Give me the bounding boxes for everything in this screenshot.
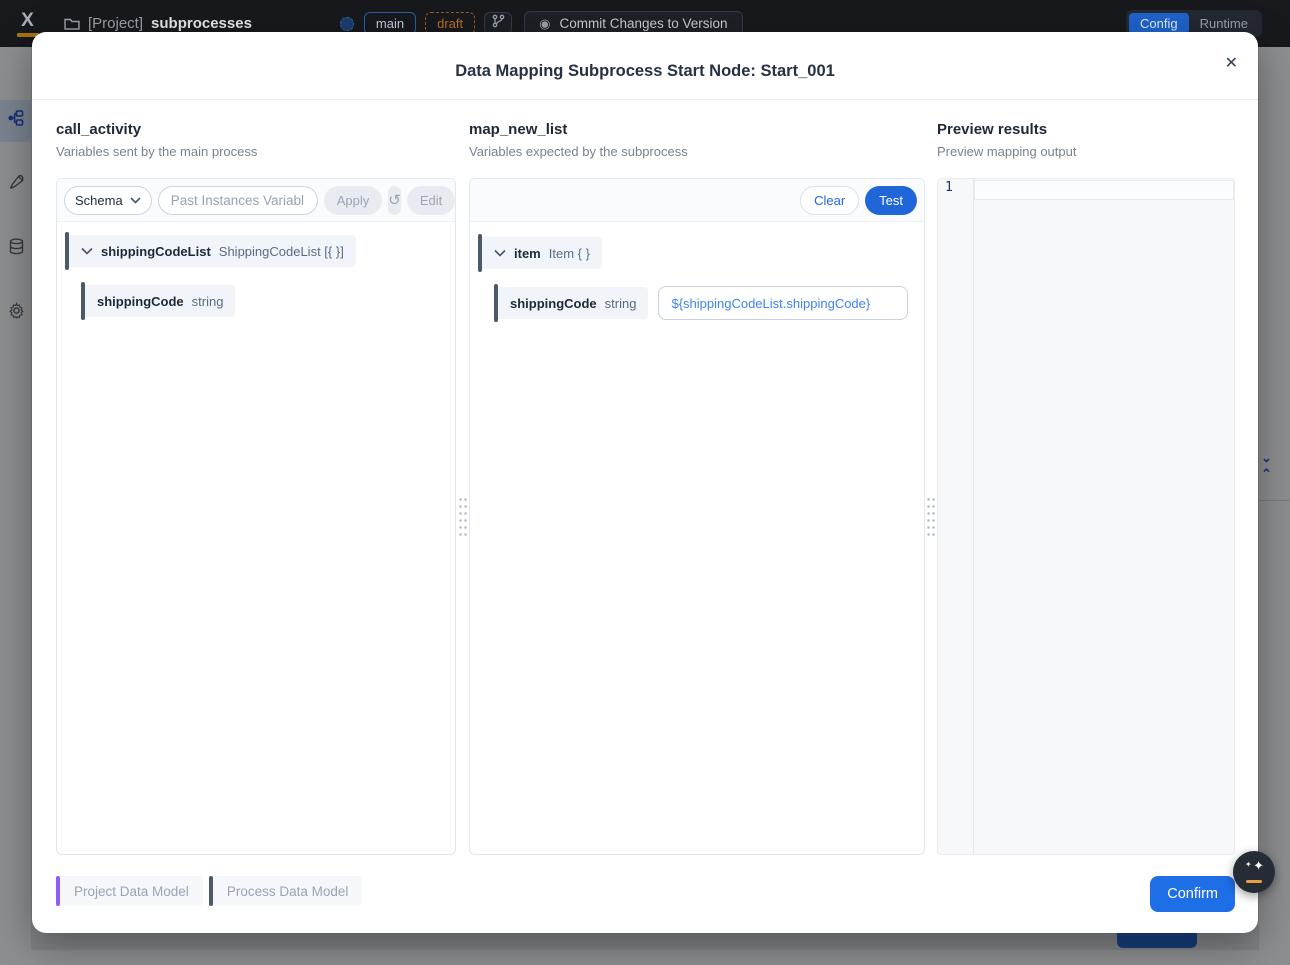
- tree-row-content: item Item { }: [482, 237, 602, 269]
- preview-column: Preview results Preview mapping output 1: [937, 100, 1235, 855]
- tree-row-content: shippingCodeList ShippingCodeList [{ }]: [69, 235, 356, 267]
- process-data-model-label: Process Data Model: [212, 876, 363, 906]
- sparkles-underline: [1246, 879, 1262, 883]
- test-button[interactable]: Test: [865, 185, 917, 215]
- source-title: call_activity: [56, 121, 142, 138]
- target-subtitle: Variables expected by the subprocess: [469, 144, 688, 159]
- tab-config[interactable]: Config: [1129, 13, 1189, 34]
- target-toolbar: Clear Test: [470, 179, 924, 222]
- breadcrumb: [Project] subprocesses: [64, 15, 252, 32]
- source-column-header: call_activity Variables sent by the main…: [56, 100, 456, 178]
- project-data-model-button[interactable]: Project Data Model: [56, 876, 203, 906]
- project-label: [Project]: [88, 15, 144, 32]
- chevron-down-icon[interactable]: [494, 249, 506, 257]
- chevron-down-icon[interactable]: [81, 247, 93, 255]
- mapping-expression-input[interactable]: [658, 286, 909, 320]
- sparkles-icon: ✦ ✦: [1245, 857, 1264, 873]
- git-branch-icon: [492, 14, 505, 33]
- target-panel: Clear Test item Item { } shippingCode st…: [469, 178, 925, 855]
- process-data-model-button[interactable]: Process Data Model: [208, 876, 363, 906]
- source-toolbar: Schema Apply ↺ Edit: [57, 179, 455, 222]
- variable-name: item: [514, 245, 541, 261]
- variable-type: ShippingCodeList [{ }]: [218, 243, 344, 259]
- past-instances-variables-input[interactable]: [157, 185, 318, 215]
- ai-assistant-button[interactable]: ✦ ✦: [1233, 851, 1275, 893]
- commit-changes-label: Commit Changes to Version: [559, 16, 728, 31]
- folder-icon: [64, 17, 80, 31]
- modal-header: Data Mapping Subprocess Start Node: Star…: [32, 32, 1258, 100]
- modal-body: call_activity Variables sent by the main…: [32, 100, 1258, 855]
- apply-button[interactable]: Apply: [323, 185, 383, 215]
- modal-footer: Project Data Model Process Data Model Co…: [32, 855, 1258, 933]
- drag-handle-icon[interactable]: [457, 495, 468, 538]
- editor-active-line: [974, 180, 1234, 200]
- source-panel: Schema Apply ↺ Edit: [56, 178, 456, 855]
- avatar[interactable]: [339, 16, 354, 31]
- variable-type: Item { }: [548, 245, 590, 261]
- preview-title: Preview results: [937, 121, 1048, 138]
- preview-editor[interactable]: 1: [937, 178, 1235, 855]
- source-tree: shippingCodeList ShippingCodeList [{ }] …: [57, 222, 455, 342]
- tree-row-content: shippingCode string: [498, 287, 649, 319]
- confirm-button[interactable]: Confirm: [1150, 876, 1235, 912]
- tree-row-content: shippingCode string: [85, 285, 236, 317]
- editor-line-number: 1: [938, 179, 974, 854]
- preview-column-header: Preview results Preview mapping output: [937, 100, 1235, 178]
- edit-button[interactable]: Edit: [406, 185, 455, 215]
- target-title: map_new_list: [469, 121, 568, 138]
- source-column: call_activity Variables sent by the main…: [56, 100, 456, 855]
- tree-row-item[interactable]: item Item { }: [478, 234, 916, 272]
- tree-row-shippingcode-mapping[interactable]: shippingCode string: [494, 284, 916, 322]
- variable-name: shippingCode: [97, 293, 184, 309]
- tab-runtime[interactable]: Runtime: [1189, 13, 1259, 34]
- target-column-header: map_new_list Variables expected by the s…: [469, 100, 925, 178]
- project-data-model-label: Project Data Model: [60, 876, 203, 906]
- tree-row-shippingcodelist[interactable]: shippingCodeList ShippingCodeList [{ }]: [65, 232, 447, 270]
- app-logo-letter: X: [21, 10, 35, 31]
- modal-title: Data Mapping Subprocess Start Node: Star…: [455, 62, 835, 80]
- preview-subtitle: Preview mapping output: [937, 144, 1077, 159]
- schema-select-label: Schema: [75, 192, 123, 208]
- clear-button[interactable]: Clear: [800, 185, 860, 215]
- editor-code-area[interactable]: [974, 179, 1234, 854]
- tree-row-shippingcode[interactable]: shippingCode string: [81, 282, 447, 320]
- history-icon: ↺: [388, 192, 401, 209]
- commit-icon: ◉: [539, 16, 551, 31]
- variable-name: shippingCode: [510, 295, 597, 311]
- project-name: subprocesses: [151, 15, 252, 32]
- variable-name: shippingCodeList: [101, 243, 211, 259]
- variable-type: string: [191, 293, 224, 309]
- source-subtitle: Variables sent by the main process: [56, 144, 258, 159]
- drag-handle-icon[interactable]: [926, 495, 936, 538]
- target-tree: item Item { } shippingCode string: [470, 222, 924, 344]
- schema-select[interactable]: Schema: [64, 185, 152, 215]
- column-resizer[interactable]: [925, 100, 937, 855]
- history-button[interactable]: ↺: [388, 185, 401, 215]
- column-resizer[interactable]: [456, 100, 469, 855]
- data-mapping-modal: Data Mapping Subprocess Start Node: Star…: [32, 32, 1258, 933]
- chevron-down-icon: [130, 196, 141, 204]
- target-column: map_new_list Variables expected by the s…: [469, 100, 925, 855]
- variable-type: string: [604, 295, 637, 311]
- close-icon[interactable]: ✕: [1225, 56, 1238, 72]
